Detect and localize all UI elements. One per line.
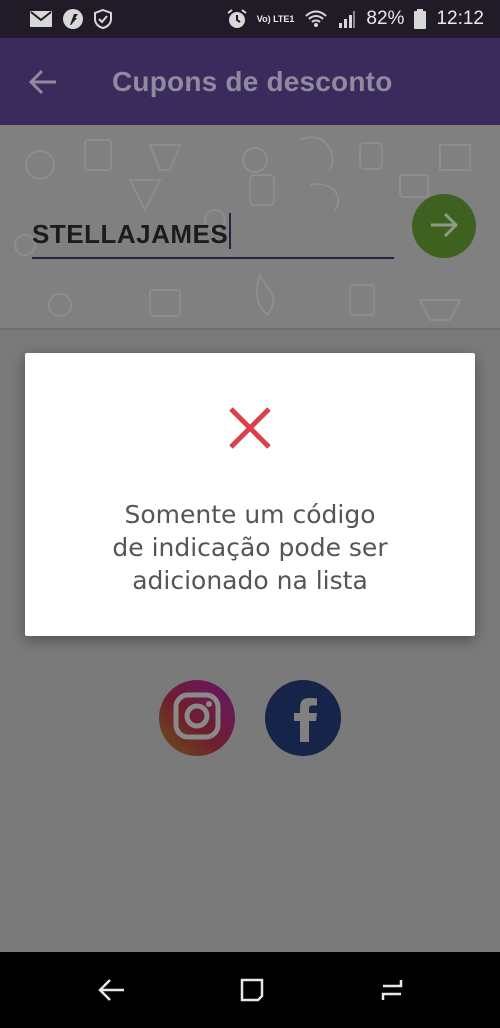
text-cursor (229, 213, 231, 249)
facebook-button[interactable] (265, 680, 341, 756)
facebook-icon (283, 688, 323, 749)
nav-back-button[interactable] (92, 972, 132, 1012)
battery-percent: 82% (366, 8, 405, 29)
submit-coupon-button[interactable] (412, 194, 476, 258)
close-x-icon (225, 403, 275, 453)
nav-home-icon (238, 976, 266, 1009)
wifi-icon (304, 10, 328, 28)
section-divider (0, 328, 500, 330)
nav-back-icon (97, 977, 127, 1008)
status-bar: Vo) LTE1 82% 12:12 (0, 0, 500, 38)
shield-icon (94, 9, 112, 29)
nav-home-button[interactable] (232, 972, 272, 1012)
back-arrow-icon[interactable] (28, 69, 58, 95)
dialog-message-line: de indicação pode ser (112, 533, 388, 562)
coupon-code-input[interactable] (32, 211, 394, 259)
network-label: Vo) LTE1 (256, 13, 295, 24)
instagram-icon (172, 691, 222, 746)
instagram-button[interactable] (159, 680, 235, 756)
app-notification-icon (62, 8, 84, 30)
mail-icon (30, 11, 52, 27)
alarm-icon (227, 9, 247, 29)
nav-recents-button[interactable] (372, 972, 412, 1012)
status-right-icons: Vo) LTE1 82% 12:12 (227, 8, 484, 30)
app-bar: Cupons de desconto (0, 38, 500, 125)
dialog-message-line: adicionado na lista (132, 566, 368, 595)
clock-time: 12:12 (436, 8, 484, 29)
dialog-message: Somente um código de indicação pode ser … (25, 498, 475, 597)
error-dialog: Somente um código de indicação pode ser … (25, 353, 475, 636)
dialog-message-line: Somente um código (124, 500, 376, 529)
arrow-right-icon (429, 212, 459, 241)
battery-icon (414, 9, 427, 29)
system-navigation-bar (0, 952, 500, 1028)
nav-recents-icon (377, 976, 407, 1009)
signal-icon (338, 10, 356, 28)
status-left-icons (30, 8, 112, 30)
page-title: Cupons de desconto (112, 65, 393, 97)
